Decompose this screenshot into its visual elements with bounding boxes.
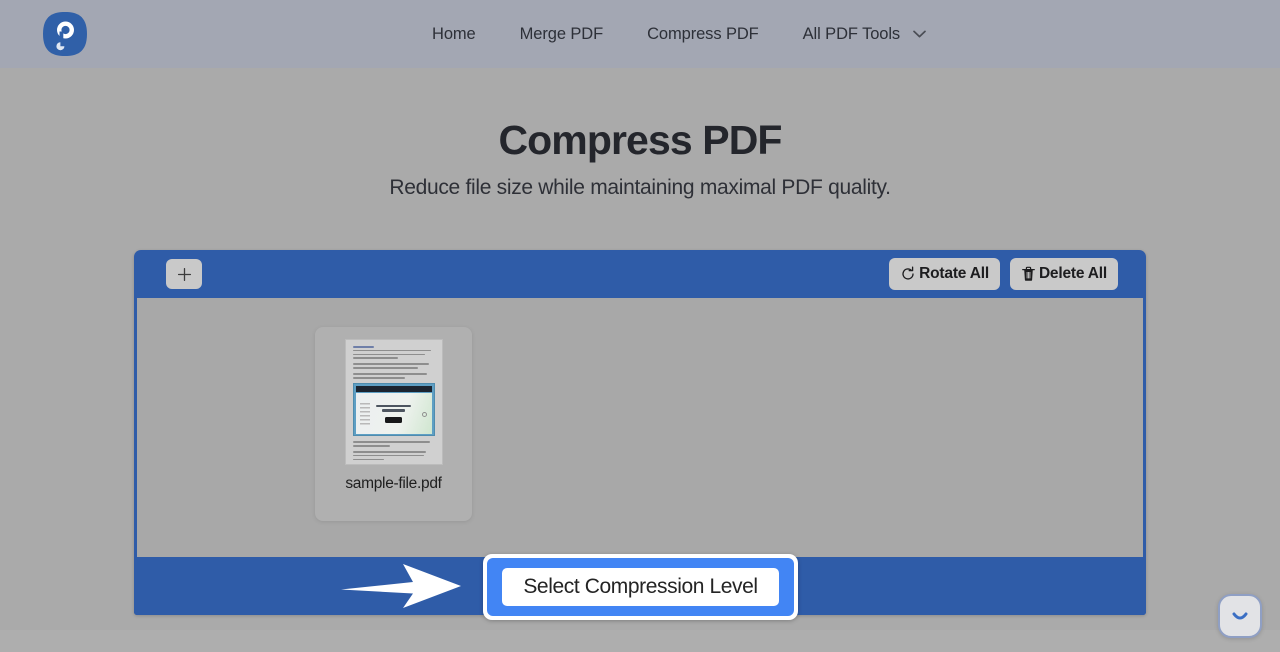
file-name-label: sample-file.pdf <box>345 475 442 492</box>
hero-section: Compress PDF Reduce file size while main… <box>0 68 1280 200</box>
thumbnail-embedded-screenshot <box>352 383 435 437</box>
panel-toolbar: Rotate All Delete All <box>134 250 1146 298</box>
file-card[interactable]: sample-file.pdf <box>315 327 472 521</box>
chat-smiley-icon[interactable] <box>1218 594 1262 638</box>
add-file-button[interactable] <box>166 259 202 289</box>
site-header: Home Merge PDF Compress PDF All PDF Tool… <box>0 0 1280 68</box>
file-workspace-panel: Rotate All Delete All sample-file.pdf Se… <box>134 250 1146 620</box>
chevron-down-icon <box>913 30 926 38</box>
toolbar-actions: Rotate All Delete All <box>889 258 1118 290</box>
select-compression-level-button[interactable]: Select Compression Level <box>502 568 779 606</box>
nav-item-label: Merge PDF <box>519 24 604 43</box>
cta-highlight-frame: Select Compression Level <box>483 554 798 620</box>
cta-highlight-ring: Select Compression Level <box>487 558 794 616</box>
page-subtitle: Reduce file size while maintaining maxim… <box>389 176 891 199</box>
nav-item-label: Compress PDF <box>647 24 759 43</box>
nav-item-all-pdf-tools[interactable]: All PDF Tools <box>781 25 948 44</box>
plus-icon <box>177 267 192 282</box>
delete-all-button[interactable]: Delete All <box>1009 258 1118 290</box>
rotate-all-label: Rotate All <box>919 265 989 282</box>
rotate-icon <box>900 266 916 282</box>
nav-item-compress-pdf[interactable]: Compress PDF <box>625 25 781 44</box>
pdf-logo-icon[interactable] <box>41 10 89 58</box>
rotate-all-button[interactable]: Rotate All <box>889 258 1000 290</box>
cta-label: Select Compression Level <box>523 575 758 598</box>
right-arrow-annotation <box>339 562 463 610</box>
nav-item-label: Home <box>432 24 476 43</box>
trash-icon <box>1021 266 1036 282</box>
page-title: Compress PDF <box>498 117 782 163</box>
main-navigation: Home Merge PDF Compress PDF All PDF Tool… <box>410 0 948 68</box>
nav-item-label: All PDF Tools <box>802 24 901 43</box>
nav-item-home[interactable]: Home <box>410 25 498 44</box>
panel-footer: Select Compression Level <box>134 554 1146 620</box>
file-list-area: sample-file.pdf <box>137 298 1143 557</box>
nav-item-merge-pdf[interactable]: Merge PDF <box>498 25 625 44</box>
file-thumbnail <box>344 339 443 465</box>
delete-all-label: Delete All <box>1038 265 1107 282</box>
page-bottom-strip <box>0 630 1280 652</box>
